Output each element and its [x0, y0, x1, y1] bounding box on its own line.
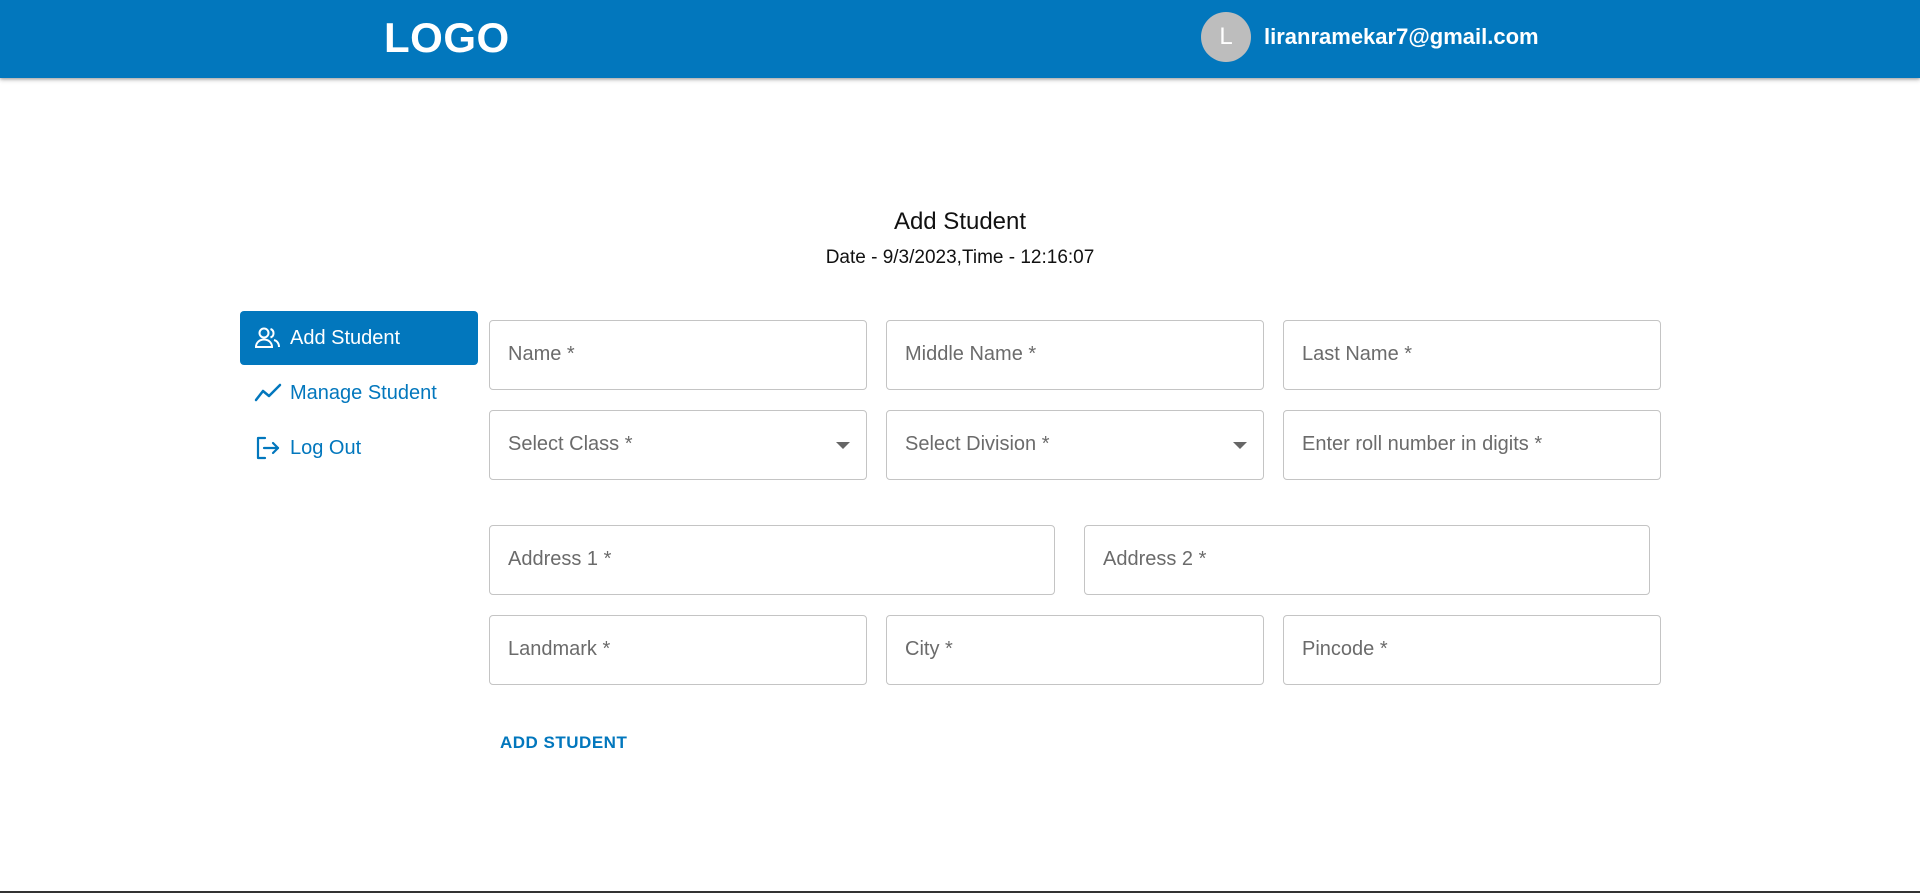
dropdown-arrow-icon[interactable] [1233, 442, 1247, 449]
people-icon [254, 325, 284, 351]
sidebar-item-label: Manage Student [290, 381, 437, 404]
avatar[interactable]: L [1201, 12, 1251, 62]
add-student-button[interactable]: ADD STUDENT [489, 727, 638, 759]
sidebar-item-label: Log Out [290, 436, 362, 459]
logout-icon [254, 435, 284, 461]
user-email[interactable]: liranramekar7@gmail.com [1264, 24, 1539, 50]
sidebar-item-add-student[interactable]: Add Student [240, 311, 478, 365]
middle-name-field[interactable]: Middle Name * [886, 320, 1264, 390]
sidebar-item-manage-student[interactable]: Manage Student [240, 366, 478, 420]
roll-number-field[interactable]: Enter roll number in digits * [1283, 410, 1661, 480]
middle-name-placeholder: Middle Name * [905, 343, 1037, 365]
division-placeholder: Select Division * [905, 433, 1050, 455]
trend-line-icon [254, 380, 284, 406]
last-name-field[interactable]: Last Name * [1283, 320, 1661, 390]
pincode-placeholder: Pincode * [1302, 638, 1388, 660]
sidebar-item-label: Add Student [290, 326, 401, 349]
landmark-field[interactable]: Landmark * [489, 615, 867, 685]
address2-field[interactable]: Address 2 * [1084, 525, 1650, 595]
city-placeholder: City * [905, 638, 953, 660]
pincode-field[interactable]: Pincode * [1283, 615, 1661, 685]
address1-field[interactable]: Address 1 * [489, 525, 1055, 595]
class-select[interactable]: Select Class * [489, 410, 867, 480]
last-name-placeholder: Last Name * [1302, 343, 1413, 365]
name-placeholder: Name * [508, 343, 575, 365]
address2-placeholder: Address 2 * [1103, 548, 1207, 570]
date-time-display: Date - 9/3/2023,Time - 12:16:07 [825, 247, 1095, 268]
name-field[interactable]: Name * [489, 320, 867, 390]
city-field[interactable]: City * [886, 615, 1264, 685]
sidebar-item-log-out[interactable]: Log Out [240, 421, 478, 475]
dropdown-arrow-icon[interactable] [836, 442, 850, 449]
class-placeholder: Select Class * [508, 433, 633, 455]
page-title: Add Student [893, 208, 1027, 235]
division-select[interactable]: Select Division * [886, 410, 1264, 480]
logo[interactable]: LOGO [384, 14, 510, 62]
landmark-placeholder: Landmark * [508, 638, 611, 660]
app-bar: LOGO L liranramekar7@gmail.com [0, 0, 1920, 78]
avatar-initial: L [1219, 23, 1233, 50]
address1-placeholder: Address 1 * [508, 548, 612, 570]
roll-number-placeholder: Enter roll number in digits * [1302, 433, 1543, 455]
